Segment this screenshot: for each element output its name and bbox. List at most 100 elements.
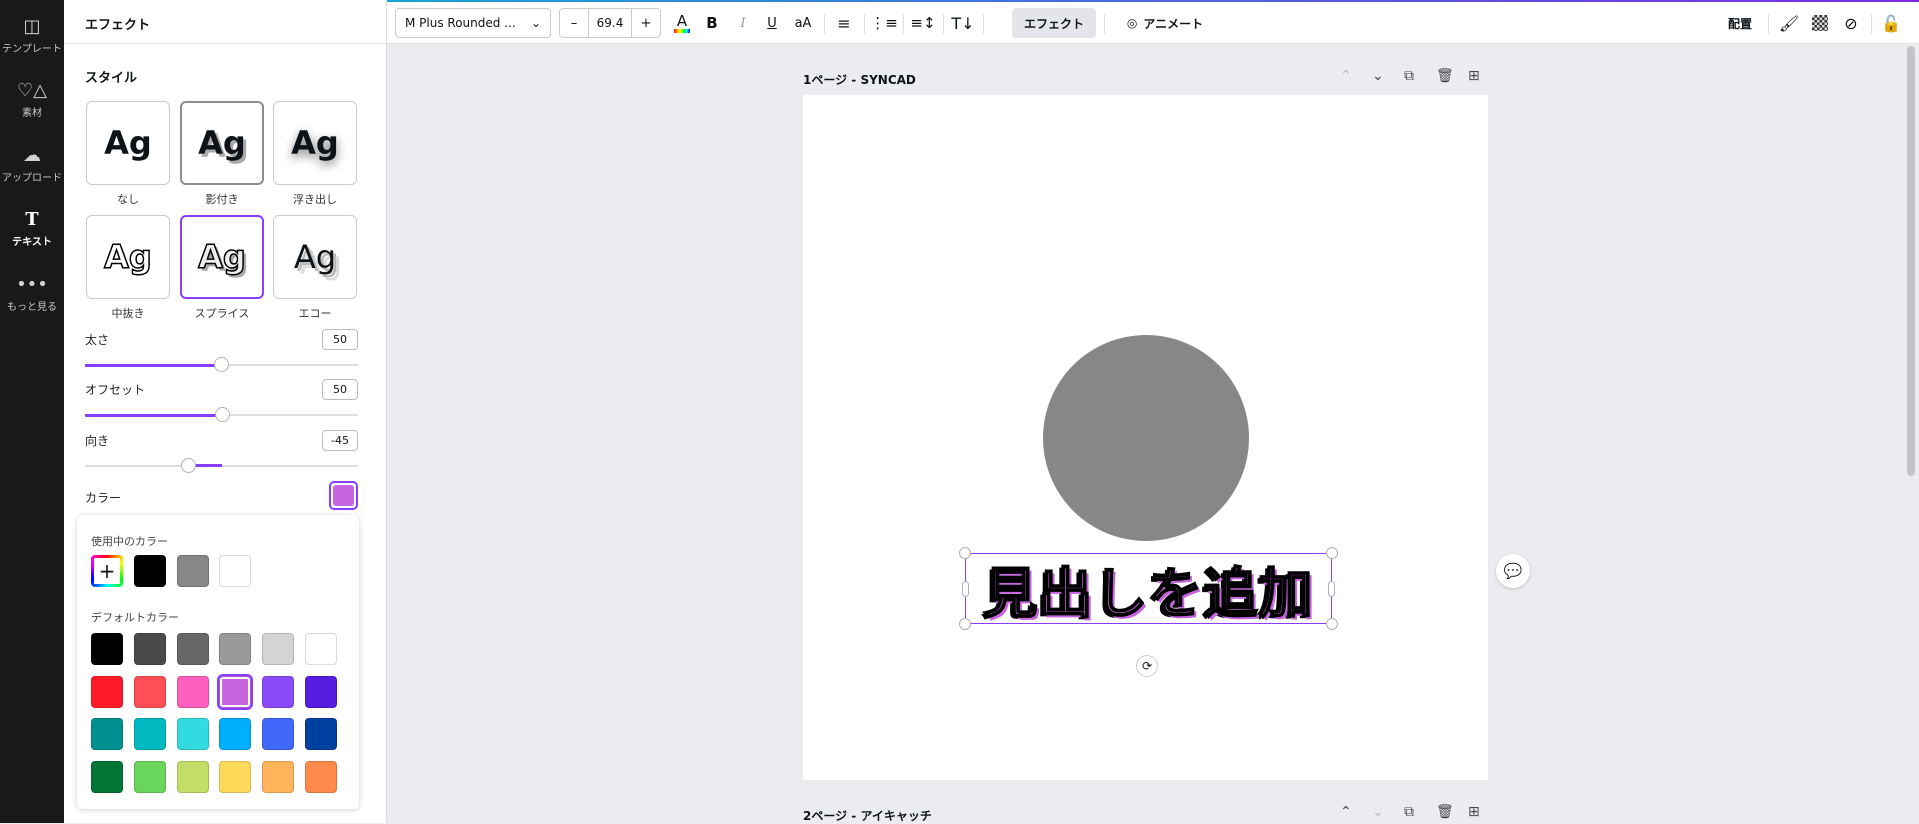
rotate-handle-icon[interactable]: ⟳ (1136, 655, 1158, 677)
list-icon[interactable]: ⋮≡ (870, 8, 898, 38)
chevron-down-icon: ⌄ (530, 16, 541, 30)
lock-icon[interactable]: 🔓 (1878, 8, 1904, 38)
default-color-swatch[interactable] (91, 676, 123, 708)
style-label: エコー (298, 307, 332, 320)
style-splice[interactable]: Ag (180, 215, 264, 299)
offset-slider-thumb[interactable] (215, 407, 230, 422)
style-label: なし (117, 193, 139, 206)
link-icon[interactable]: ⊘ (1838, 8, 1864, 38)
headline-textbox[interactable]: 見出しを追加 (959, 547, 1338, 630)
rail-item-more[interactable]: ••• もっと見る (0, 274, 64, 313)
font-size-stepper: – 69.4 + (559, 8, 661, 38)
add-comment-icon[interactable]: 💬 (1496, 554, 1530, 588)
style-sample: Ag (198, 124, 246, 162)
default-color-swatch[interactable] (305, 718, 337, 750)
default-color-swatch[interactable] (219, 761, 251, 793)
move-page-up-icon[interactable]: ⌃ (1340, 68, 1352, 84)
animate-button[interactable]: ◎ アニメート (1115, 8, 1215, 38)
default-color-swatch[interactable] (305, 676, 337, 708)
default-color-swatch[interactable] (262, 633, 294, 665)
thickness-input[interactable]: 50 (322, 329, 358, 350)
rail-item-text[interactable]: T テキスト (0, 209, 64, 248)
default-color-swatch[interactable] (177, 761, 209, 793)
in-use-color-swatch[interactable] (177, 555, 209, 587)
default-color-swatch[interactable] (134, 718, 166, 750)
default-color-swatch[interactable] (134, 676, 166, 708)
duplicate-page-icon[interactable]: ⧉ (1404, 68, 1414, 84)
style-lift[interactable]: Ag (273, 101, 357, 185)
add-page-icon[interactable]: ⊞ (1468, 804, 1480, 820)
delete-page-icon[interactable]: 🗑 (1436, 68, 1454, 84)
style-hollow[interactable]: Ag (86, 215, 170, 299)
scrollbar[interactable] (1907, 46, 1915, 476)
default-color-swatch[interactable] (91, 633, 123, 665)
vertical-text-icon[interactable]: T↓ (950, 8, 976, 38)
resize-handle[interactable] (1326, 547, 1338, 559)
font-size-input[interactable]: 69.4 (588, 9, 632, 37)
duplicate-page-icon[interactable]: ⧉ (1404, 804, 1414, 820)
rail-item-uploads[interactable]: ☁ アップロード (0, 145, 64, 184)
resize-handle[interactable] (1326, 618, 1338, 630)
default-color-swatch[interactable] (217, 674, 253, 710)
style-none[interactable]: Ag (86, 101, 170, 185)
delete-page-icon[interactable]: 🗑 (1436, 804, 1454, 820)
thickness-slider-thumb[interactable] (214, 357, 229, 372)
style-sample: Ag (197, 237, 246, 277)
default-color-swatch[interactable] (305, 633, 337, 665)
italic-button[interactable]: I (732, 8, 754, 38)
add-color-button[interactable]: + (91, 555, 123, 587)
in-use-color-swatch[interactable] (134, 555, 166, 587)
default-color-swatch[interactable] (262, 718, 294, 750)
resize-handle[interactable] (959, 547, 971, 559)
color-picker-button[interactable] (329, 481, 358, 510)
font-family-dropdown[interactable]: M Plus Rounded ... ⌄ (395, 8, 551, 38)
resize-handle[interactable] (962, 581, 969, 597)
rail-label: アップロード (2, 173, 62, 184)
decrease-size-button[interactable]: – (560, 16, 588, 31)
paint-roller-icon[interactable]: 🖌 (1776, 8, 1802, 38)
resize-handle[interactable] (1328, 581, 1335, 597)
direction-input[interactable]: -45 (322, 430, 358, 451)
default-color-swatch[interactable] (262, 676, 294, 708)
rail-item-templates[interactable]: ◫ テンプレート (0, 16, 64, 55)
underline-button[interactable]: U (761, 8, 783, 38)
default-color-swatch[interactable] (262, 761, 294, 793)
increase-size-button[interactable]: + (632, 16, 660, 31)
panel-title: エフェクト (64, 0, 387, 44)
default-color-swatch[interactable] (177, 633, 209, 665)
rail-item-elements[interactable]: ♡△ 素材 (0, 80, 64, 119)
direction-slider-thumb[interactable] (181, 458, 196, 473)
effects-button[interactable]: エフェクト (1012, 8, 1096, 38)
style-shadow[interactable]: Ag (180, 101, 264, 185)
default-color-swatch[interactable] (177, 676, 209, 708)
default-color-swatch[interactable] (134, 633, 166, 665)
transparency-icon[interactable] (1807, 8, 1833, 38)
resize-handle[interactable] (959, 618, 971, 630)
default-color-swatch[interactable] (177, 718, 209, 750)
default-color-swatch[interactable] (219, 633, 251, 665)
move-page-down-icon[interactable]: ⌄ (1372, 68, 1384, 84)
animate-icon: ◎ (1126, 16, 1138, 30)
rail-label: テンプレート (2, 44, 62, 55)
headline-text[interactable]: 見出しを追加 (966, 554, 1331, 626)
move-page-up-icon[interactable]: ⌃ (1340, 804, 1352, 820)
default-color-swatch[interactable] (134, 761, 166, 793)
thickness-label: 太さ (85, 333, 110, 347)
bold-button[interactable]: B (701, 8, 723, 38)
default-color-swatch[interactable] (219, 718, 251, 750)
default-color-swatch[interactable] (305, 761, 337, 793)
spacing-icon[interactable]: ≡↕ (910, 8, 936, 38)
text-color-icon: A (676, 11, 688, 30)
circle-shape[interactable] (1043, 335, 1249, 541)
default-color-swatch[interactable] (91, 718, 123, 750)
style-echo[interactable]: Ag (273, 215, 357, 299)
default-color-swatch[interactable] (91, 761, 123, 793)
letter-case-button[interactable]: aA (790, 8, 816, 38)
add-page-icon[interactable]: ⊞ (1468, 68, 1480, 84)
position-button[interactable]: 配置 (1722, 8, 1758, 38)
offset-input[interactable]: 50 (322, 379, 358, 400)
in-use-color-swatch[interactable] (219, 555, 251, 587)
move-page-down-icon[interactable]: ⌄ (1372, 804, 1384, 820)
text-color-button[interactable]: A (671, 8, 693, 38)
align-center-icon[interactable]: ≡ (831, 8, 857, 38)
